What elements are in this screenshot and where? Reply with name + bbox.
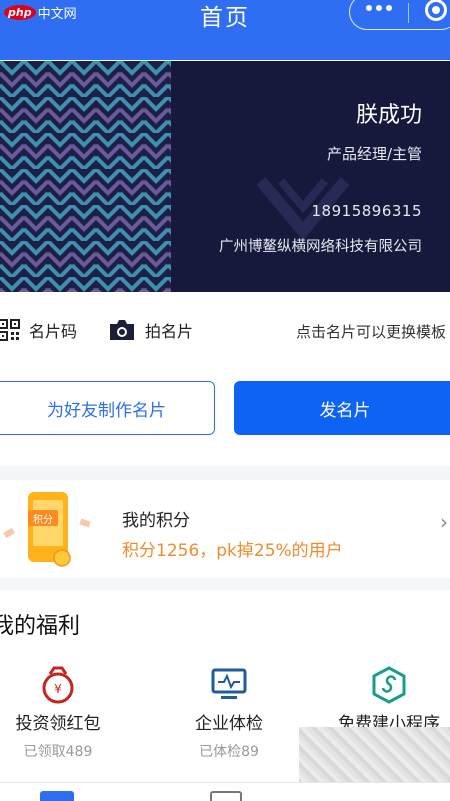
business-card[interactable]: 朕成功 产品经理/主管 18915896315 广州博鳌纵横网络科技有限公司 — [0, 61, 450, 292]
qr-code-button[interactable]: 名片码 — [0, 318, 77, 342]
card-phone: 18915896315 — [311, 202, 422, 220]
capsule-divider — [408, 3, 409, 23]
points-badge-text: 积分 — [33, 514, 53, 526]
make-card-for-friend-button[interactable]: 为好友制作名片 — [0, 381, 215, 435]
points-title: 我的积分 — [122, 511, 190, 531]
points-card[interactable]: 积分 我的积分 积分1256，pk掉25%的用户 › — [0, 480, 450, 578]
close-mini-program-icon[interactable] — [425, 0, 447, 21]
card-job-title: 产品经理/主管 — [326, 145, 422, 163]
svg-text:¥: ¥ — [54, 682, 62, 696]
nav-bar: php 中文网 首页 — [0, 0, 450, 60]
more-icon[interactable] — [366, 5, 392, 11]
section-divider — [0, 578, 450, 590]
change-template-tip: 点击名片可以更换模板 — [296, 323, 447, 341]
mini-program-icon — [372, 666, 406, 704]
benefit-name: 投资领红包 — [15, 714, 101, 734]
benefit-enterprise-checkup[interactable]: 企业体检 已体检89 — [154, 663, 304, 761]
card-company: 广州博鳌纵横网络科技有限公司 — [219, 239, 422, 255]
benefit-count: 已体检89 — [199, 744, 259, 760]
tab-home-icon[interactable] — [40, 791, 74, 801]
card-tools-row: 名片码 拍名片 点击名片可以更换模板 — [0, 306, 450, 356]
monitor-icon — [211, 668, 247, 699]
send-card-button[interactable]: 发名片 — [234, 381, 450, 435]
welfare-section-title: 我的福利 — [0, 614, 81, 639]
screen: php 中文网 首页 朕成功 产品经理/主管 18915896315 广州博鳌纵… — [0, 0, 450, 801]
card-pattern — [0, 61, 171, 292]
section-divider — [0, 466, 450, 480]
camera-icon — [110, 320, 134, 340]
mini-program-capsule — [349, 0, 450, 30]
benefit-investment-red-envelope[interactable]: ¥ 投资领红包 已领取489 — [0, 663, 133, 761]
tab-cards-icon[interactable] — [210, 791, 242, 801]
qr-code-icon — [0, 319, 20, 341]
red-envelope-icon: ¥ — [42, 666, 74, 704]
card-name: 朕成功 — [355, 103, 422, 128]
phone-coin-icon: 积分 — [3, 492, 91, 567]
points-summary: 积分1256，pk掉25%的用户 — [122, 541, 343, 561]
chevron-right-icon: › — [440, 510, 448, 534]
benefit-count: 已领取489 — [23, 744, 93, 760]
scan-card-label: 拍名片 — [145, 322, 194, 341]
benefit-name: 企业体检 — [195, 714, 263, 734]
qr-code-label: 名片码 — [29, 322, 78, 341]
tab-bar — [0, 782, 450, 801]
scan-card-button[interactable]: 拍名片 — [108, 318, 193, 342]
